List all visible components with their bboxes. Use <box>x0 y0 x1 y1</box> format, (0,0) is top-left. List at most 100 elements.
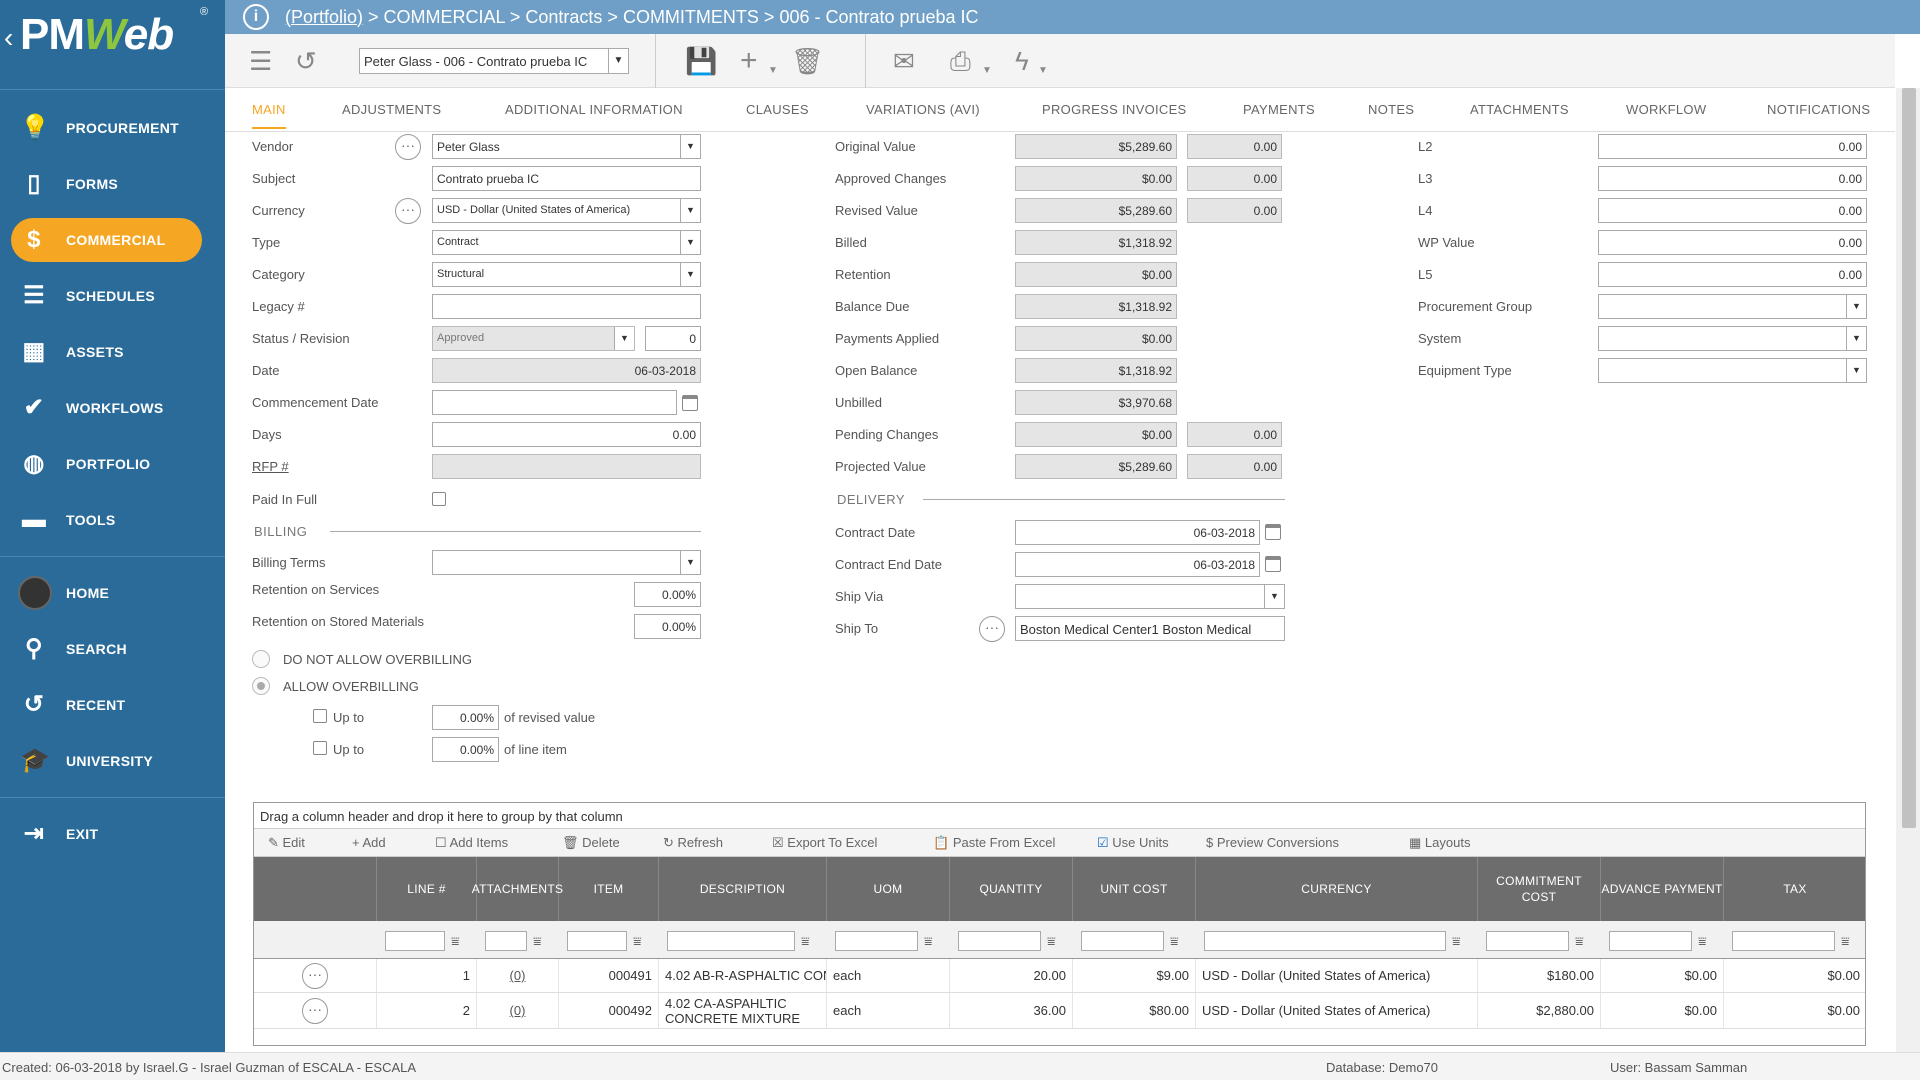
nav-commercial[interactable]: $ COMMERCIAL <box>0 212 225 268</box>
ship-to-input[interactable]: Boston Medical Center1 Boston Medical <box>1015 616 1285 641</box>
chevron-down-icon[interactable]: ▼ <box>1038 56 1048 86</box>
status-select[interactable]: Approved ▼ <box>432 326 635 351</box>
l4-input[interactable]: 0.00 <box>1598 198 1867 223</box>
filter-icon[interactable]: ⩸ <box>1047 933 1056 950</box>
billing-terms-select[interactable]: ▼ <box>432 550 701 575</box>
paid-in-full-checkbox[interactable] <box>432 492 446 506</box>
rfp-link[interactable]: RFP # <box>252 459 289 474</box>
row-actions-icon[interactable]: ··· <box>302 962 328 989</box>
contract-date-input[interactable]: 06-03-2018 <box>1015 520 1260 545</box>
page-scrollbar[interactable] <box>1896 88 1920 1052</box>
filter-icon[interactable]: ⩸ <box>1170 933 1179 950</box>
more-options-icon[interactable]: ··· <box>395 134 421 160</box>
grid-filter-input[interactable] <box>1081 931 1164 951</box>
subject-input[interactable]: Contrato prueba IC <box>432 166 701 191</box>
list-icon[interactable]: ☰ <box>249 46 272 76</box>
nav-recent[interactable]: ↺ RECENT <box>0 677 225 733</box>
tab-attachments[interactable]: ATTACHMENTS <box>1470 102 1569 127</box>
nav-home[interactable]: HOME <box>0 565 225 621</box>
l5-input[interactable]: 0.00 <box>1598 262 1867 287</box>
nav-schedules[interactable]: ☰ SCHEDULES <box>0 268 225 324</box>
no-overbilling-radio[interactable] <box>252 650 270 668</box>
nav-tools[interactable]: ▬ TOOLS <box>0 492 225 548</box>
tab-additional-information[interactable]: ADDITIONAL INFORMATION <box>505 102 683 127</box>
grid-filter-input[interactable] <box>667 931 795 951</box>
grid-header[interactable]: ITEM <box>559 857 659 921</box>
l2-input[interactable]: 0.00 <box>1598 134 1867 159</box>
equipment-type-select[interactable]: ▼ <box>1598 358 1867 383</box>
nav-assets[interactable]: ▦ ASSETS <box>0 324 225 380</box>
pmweb-logo[interactable]: ‹ PMWeb ® <box>0 0 225 90</box>
grid-filter-input[interactable] <box>1732 931 1835 951</box>
procurement-group-select[interactable]: ▼ <box>1598 294 1867 319</box>
add-button[interactable]: + Add <box>352 835 386 850</box>
grid-header[interactable]: UOM <box>827 857 950 921</box>
filter-icon[interactable]: ⩸ <box>1698 933 1707 950</box>
grid-header[interactable]: LINE # <box>377 857 477 921</box>
grid-header[interactable]: TAX <box>1724 857 1865 921</box>
chevron-down-icon[interactable]: ▼ <box>768 56 778 86</box>
filter-icon[interactable]: ⩸ <box>1575 933 1584 950</box>
back-chevron-icon[interactable]: ‹ <box>4 22 13 54</box>
group-drop-area[interactable]: Drag a column header and drop it here to… <box>254 803 1865 829</box>
preview-conversions-button[interactable]: $ Preview Conversions <box>1206 835 1339 850</box>
grid-header[interactable]: DESCRIPTION <box>659 857 827 921</box>
nav-portfolio[interactable]: ◍ PORTFOLIO <box>0 436 225 492</box>
nav-procurement[interactable]: 💡 PROCUREMENT <box>0 100 225 156</box>
allow-overbilling-radio[interactable] <box>252 677 270 695</box>
nav-workflows[interactable]: ✔ WORKFLOWS <box>0 380 225 436</box>
calendar-icon[interactable] <box>1265 524 1281 540</box>
grid-filter-input[interactable] <box>958 931 1041 951</box>
nav-exit[interactable]: ⇥ EXIT <box>0 806 225 862</box>
trash-icon[interactable]: 🗑 <box>791 46 824 76</box>
chevron-down-icon[interactable]: ▼ <box>608 49 628 73</box>
add-icon[interactable]: + <box>740 46 758 76</box>
more-options-icon[interactable]: ··· <box>395 198 421 224</box>
retention-services-input[interactable]: 0.00% <box>634 582 701 607</box>
paste-excel-button[interactable]: 📋 Paste From Excel <box>933 835 1055 851</box>
tab-variations[interactable]: VARIATIONS (AVI) <box>866 102 980 127</box>
grid-filter-input[interactable] <box>1609 931 1692 951</box>
edit-button[interactable]: ✎ Edit <box>268 835 305 851</box>
grid-filter-input[interactable] <box>1486 931 1569 951</box>
grid-header[interactable]: QUANTITY <box>950 857 1073 921</box>
currency-select[interactable]: USD - Dollar (United States of America) ▼ <box>432 198 701 223</box>
history-icon[interactable]: ↺ <box>295 46 317 76</box>
days-input[interactable]: 0.00 <box>432 422 701 447</box>
use-units-checkbox[interactable]: ☑ Use Units <box>1097 835 1169 851</box>
filter-icon[interactable]: ⩸ <box>924 933 933 950</box>
wp-value-input[interactable]: 0.00 <box>1598 230 1867 255</box>
tab-notes[interactable]: NOTES <box>1368 102 1414 127</box>
tab-workflow[interactable]: WORKFLOW <box>1626 102 1706 127</box>
retention-materials-input[interactable]: 0.00% <box>634 614 701 639</box>
grid-header[interactable] <box>254 857 377 921</box>
upto-revised-input[interactable]: 0.00% <box>432 705 499 730</box>
layouts-button[interactable]: ▦ Layouts <box>1409 835 1470 851</box>
nav-forms[interactable]: ▯ FORMS <box>0 156 225 212</box>
filter-icon[interactable]: ⩸ <box>533 933 542 950</box>
grid-header[interactable]: CURRENCY <box>1196 857 1478 921</box>
refresh-button[interactable]: ↻ Refresh <box>663 835 723 851</box>
export-excel-button[interactable]: ☒ Export To Excel <box>772 835 877 851</box>
add-items-button[interactable]: ☐ Add Items <box>435 835 508 851</box>
grid-header[interactable]: ATTACHMENTS <box>472 857 563 921</box>
grid-filter-input[interactable] <box>385 931 445 951</box>
ship-via-select[interactable]: ▼ <box>1015 584 1285 609</box>
calendar-icon[interactable] <box>1265 556 1281 572</box>
attachments-link[interactable]: (0) <box>510 968 526 983</box>
upto-revised-checkbox[interactable] <box>313 709 327 723</box>
filter-icon[interactable]: ⩸ <box>801 933 810 950</box>
grid-header[interactable]: UNIT COST <box>1073 857 1196 921</box>
record-selector[interactable]: Peter Glass - 006 - Contrato prueba IC ▼ <box>359 48 629 74</box>
row-actions-icon[interactable]: ··· <box>302 997 328 1024</box>
tab-payments[interactable]: PAYMENTS <box>1243 102 1315 127</box>
grid-filter-input[interactable] <box>485 931 527 951</box>
save-icon[interactable]: 💾 <box>685 46 717 76</box>
calendar-icon[interactable] <box>682 395 698 411</box>
grid-filter-input[interactable] <box>1204 931 1446 951</box>
nav-university[interactable]: 🎓 UNIVERSITY <box>0 733 225 789</box>
filter-icon[interactable]: ⩸ <box>633 933 642 950</box>
revision-input[interactable]: 0 <box>645 326 701 351</box>
grid-filter-input[interactable] <box>567 931 627 951</box>
filter-icon[interactable]: ⩸ <box>1452 933 1461 950</box>
